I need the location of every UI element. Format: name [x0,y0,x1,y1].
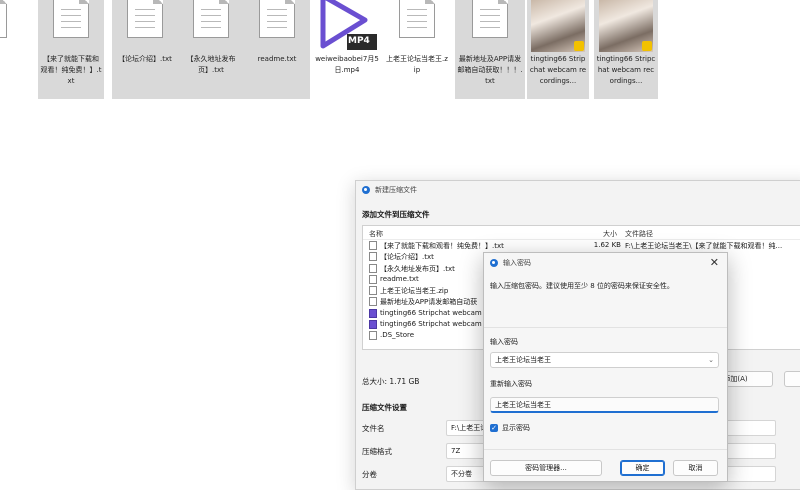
show-password-label[interactable]: 显示密码 [502,423,530,433]
format-label: 压缩格式 [362,447,392,456]
window-titlebar: 新建压缩文件 [356,181,800,199]
video-file-icon [369,308,377,318]
document-icon [369,286,377,296]
document-icon [127,0,163,44]
divider [484,327,727,328]
desktop-file[interactable]: tingting66 Stripchat webcam recordings..… [527,0,589,99]
more-button[interactable] [784,371,800,387]
chevron-down-icon[interactable]: ⌄ [708,353,714,367]
password-manager-button[interactable]: 密码管理器... [490,460,602,476]
desktop-file[interactable]: 上老王论坛当老王.zip [384,0,450,99]
document-icon [259,0,295,44]
section-archive-settings: 压缩文件设置 [362,403,407,412]
video-file-icon [369,320,377,330]
app-icon [362,186,370,194]
document-icon [369,241,377,250]
app-icon [490,259,498,267]
document-icon [472,0,508,44]
divider [484,449,727,450]
dialog-hint: 输入压缩包密码。建议使用至少 8 位的密码来保证安全性。 [490,282,674,290]
repeat-password-value: 上老王论坛当老王 [495,401,551,409]
close-icon[interactable]: ✕ [710,257,719,268]
video-badge-icon [642,41,652,51]
password-value: 上老王论坛当老王 [495,356,551,364]
row-path: F:\上老王论坛当老王\【来了就能下载和观看！纯... [625,242,783,250]
password-label: 输入密码 [490,338,518,346]
dialog-titlebar: 输入密码 [484,253,727,273]
cancel-button[interactable]: 取消 [673,460,718,476]
password-input[interactable]: 上老王论坛当老王 ⌄ [490,352,719,368]
mp4-badge: MP4 [348,36,370,46]
total-size: 总大小: 1.71 GB [362,377,420,386]
volume-label: 分卷 [362,470,377,479]
desktop-file[interactable]: readme.txt [244,0,310,99]
desktop-file[interactable]: tingting66 Stripchat webcam recordings..… [594,0,658,99]
video-thumbnail [531,0,585,52]
desktop-file[interactable]: MP4 weiweibaobei7月5日.mp4 [312,0,382,99]
desktop-file[interactable]: store [0,0,18,99]
document-icon [369,297,377,307]
desktop-file-grid: store 【来了就能下载和观看！纯免费！】.txt 【论坛介绍】.txt 【永… [0,0,800,110]
row-name: 【来了就能下载和观看！纯免费！】.txt [380,242,504,250]
document-icon [193,0,229,44]
show-password-checkbox[interactable]: ✓ [490,424,498,432]
repeat-password-input[interactable]: 上老王论坛当老王 [490,397,719,413]
repeat-password-label: 重新输入密码 [490,380,532,388]
desktop-file[interactable]: 【论坛介绍】.txt [112,0,178,99]
desktop-file[interactable]: 【来了就能下载和观看！纯免费！】.txt [38,0,104,99]
document-icon [53,0,89,44]
password-dialog: 输入密码 ✕ 输入压缩包密码。建议使用至少 8 位的密码来保证安全性。 输入密码… [483,252,728,482]
document-icon [369,274,377,284]
column-size[interactable]: 大小 [603,229,617,239]
video-thumbnail [599,0,653,52]
video-badge-icon [574,41,584,51]
ok-button[interactable]: 确定 [620,460,665,476]
list-header: 名称 大小 文件路径 [363,226,800,240]
document-icon [369,263,377,273]
column-name[interactable]: 名称 [369,229,383,239]
list-item[interactable]: 【来了就能下载和观看！纯免费！】.txt 1.62 KB F:\上老王论坛当老王\【… [363,240,800,251]
row-size: 1.62 KB [593,241,621,249]
document-icon [369,252,377,262]
desktop-file[interactable]: 【永久地址发布页】.txt [178,0,244,99]
column-path[interactable]: 文件路径 [625,229,653,239]
video-play-icon: MP4 [317,0,379,56]
filename-label: 文件名 [362,424,385,433]
section-add-files: 添加文件到压缩文件 [362,210,430,219]
document-icon [369,331,377,341]
desktop-file[interactable]: 最新地址及APP请发邮箱自动获取！！！.txt [455,0,525,99]
document-icon [399,0,435,44]
document-icon [0,0,7,44]
dialog-title: 输入密码 [503,259,531,267]
window-title: 新建压缩文件 [375,186,417,194]
